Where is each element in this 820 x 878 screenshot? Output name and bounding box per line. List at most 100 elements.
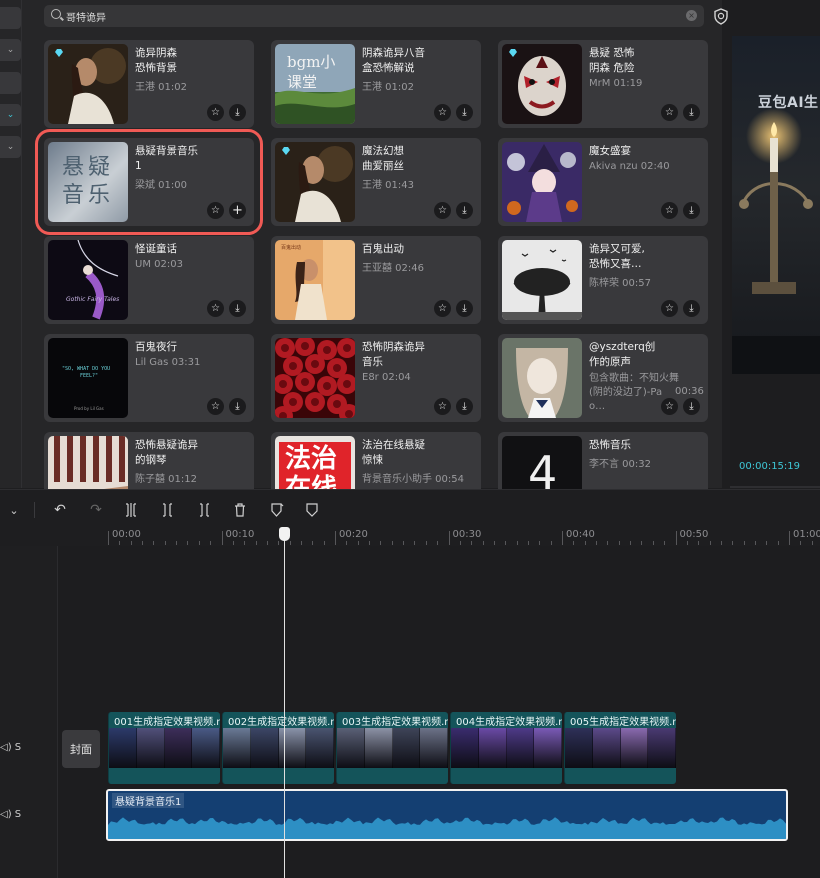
video-frame bbox=[223, 728, 251, 768]
video-clip-label: 002生成指定效果视频.mp4 bbox=[228, 717, 334, 728]
undo-icon[interactable]: ↶ bbox=[50, 500, 70, 520]
trim-right-icon[interactable] bbox=[194, 500, 214, 520]
favorite-star-icon[interactable]: ☆ bbox=[661, 398, 678, 415]
audio-thumbnail bbox=[48, 44, 128, 124]
chevron-down-icon[interactable]: ⌄ bbox=[4, 500, 24, 520]
ruler-tick bbox=[584, 541, 586, 545]
favorite-star-icon[interactable]: ☆ bbox=[207, 104, 224, 121]
audio-clip[interactable]: 悬疑背景音乐1 bbox=[106, 789, 788, 841]
favorite-star-icon[interactable]: ☆ bbox=[434, 398, 451, 415]
rail-button-1[interactable] bbox=[0, 7, 21, 29]
ruler-tick bbox=[618, 541, 620, 545]
audio-card[interactable]: Gothic Fairy Tales 怪诞童话 UM 02:03 ☆ ⤓ bbox=[44, 236, 254, 324]
favorite-star-icon[interactable]: ☆ bbox=[207, 300, 224, 317]
search-input[interactable]: 哥特诡异 bbox=[66, 9, 106, 24]
audio-card[interactable]: "SO, WHAT DO YOU FEEL?" Prod by Lil Gas 百鬼夜… bbox=[44, 334, 254, 422]
audio-card[interactable]: 诡异阴森 恐怖背景 王港 01:02 ☆ ⤓ bbox=[44, 40, 254, 128]
time-ruler[interactable]: 00:00 00:10 00:20 00:30 00:40 00:50 01:00 bbox=[108, 529, 820, 545]
download-icon[interactable]: ⤓ bbox=[229, 398, 246, 415]
favorite-star-icon[interactable]: ☆ bbox=[434, 104, 451, 121]
favorite-star-icon[interactable]: ☆ bbox=[661, 300, 678, 317]
ruler-tick bbox=[369, 541, 371, 545]
download-icon[interactable]: ⤓ bbox=[456, 104, 473, 121]
audio-card[interactable]: 恐怖阴森诡异 音乐 E8r 02:04 ☆ ⤓ bbox=[271, 334, 481, 422]
audio-meta: UM 02:03 bbox=[135, 259, 183, 270]
audio-card[interactable]: 魔法幻想 曲爱丽丝 王港 01:43 ☆ ⤓ bbox=[271, 138, 481, 226]
rail-button-2[interactable] bbox=[0, 72, 21, 94]
video-clip[interactable]: 003生成指定效果视频.mp4 bbox=[336, 712, 448, 784]
video-clip[interactable]: 005生成指定效果视频.mp4 bbox=[564, 712, 676, 784]
audio-meta: 李不言 00:32 bbox=[589, 459, 651, 470]
delete-icon[interactable] bbox=[230, 500, 250, 520]
ruler-tick bbox=[346, 541, 348, 545]
video-clip[interactable]: 004生成指定效果视频.mp4 bbox=[450, 712, 562, 784]
thumb-text: Gothic Fairy Tales bbox=[66, 296, 120, 303]
ruler-tick bbox=[278, 541, 280, 545]
rail-dropdown-1[interactable]: ⌄ bbox=[0, 39, 21, 61]
ruler-tick bbox=[562, 531, 563, 545]
trim-left-icon[interactable] bbox=[158, 500, 178, 520]
split-icon[interactable] bbox=[121, 500, 141, 520]
audio-thumbnail bbox=[502, 142, 582, 222]
copyright-shield-icon[interactable] bbox=[710, 6, 732, 26]
download-icon[interactable]: ⤓ bbox=[456, 300, 473, 317]
ruler-label: 00:30 bbox=[452, 529, 482, 540]
ruler-tick bbox=[414, 541, 416, 545]
audio-card[interactable]: bgm小 课堂 阴森诡异八音 盒恐怖解说 王港 01:02 ☆ ⤓ bbox=[271, 40, 481, 128]
audio-thumbnail bbox=[502, 338, 582, 418]
ruler-tick bbox=[300, 541, 302, 545]
download-icon[interactable]: ⤓ bbox=[456, 202, 473, 219]
audio-title: 怪诞童话 bbox=[135, 243, 177, 255]
audio-card[interactable]: @yszdterq创 作的原声 包含歌曲：不知火舞 (阴的没边了)-Pa o… 00… bbox=[498, 334, 708, 422]
video-frame bbox=[592, 728, 621, 768]
add-to-track-icon[interactable]: + bbox=[229, 202, 246, 219]
marker-icon[interactable] bbox=[302, 500, 322, 520]
clear-search-icon[interactable]: × bbox=[686, 10, 697, 21]
ruler-tick bbox=[596, 541, 598, 545]
ruler-tick bbox=[777, 541, 779, 545]
audio-title: 阴森诡异八音 盒恐怖解说 bbox=[362, 47, 425, 74]
ruler-tick bbox=[391, 541, 393, 545]
favorite-star-icon[interactable]: ☆ bbox=[434, 202, 451, 219]
ruler-tick bbox=[698, 541, 700, 545]
audio-meta: 陈子囍 01:12 bbox=[135, 474, 197, 485]
download-icon[interactable]: ⤓ bbox=[683, 202, 700, 219]
download-icon[interactable]: ⤓ bbox=[683, 398, 700, 415]
video-clip[interactable]: 001生成指定效果视频.mp4 bbox=[108, 712, 220, 784]
redo-icon[interactable]: ↷ bbox=[86, 500, 106, 520]
favorite-star-icon[interactable]: ☆ bbox=[661, 104, 678, 121]
search-bar[interactable]: 哥特诡异 × bbox=[44, 5, 704, 27]
video-clip[interactable]: 002生成指定效果视频.mp4 bbox=[222, 712, 334, 784]
ruler-tick bbox=[312, 541, 314, 545]
audio-track-controls[interactable]: ◁) S bbox=[0, 809, 21, 820]
audio-card[interactable]: 悬疑 恐怖 阴森 危险 MrM 01:19 ☆ ⤓ bbox=[498, 40, 708, 128]
favorite-star-icon[interactable]: ☆ bbox=[434, 300, 451, 317]
ruler-label: 00:50 bbox=[679, 529, 709, 540]
audio-card[interactable]: 百鬼出动 百鬼出动 王亚囍 02:46 ☆ ⤓ bbox=[271, 236, 481, 324]
favorite-star-icon[interactable]: ☆ bbox=[207, 398, 224, 415]
download-icon[interactable]: ⤓ bbox=[683, 300, 700, 317]
cover-button[interactable]: 封面 bbox=[62, 730, 100, 768]
ruler-tick bbox=[652, 541, 654, 545]
ruler-tick bbox=[437, 541, 439, 545]
audio-card[interactable]: 诡异又可爱, 恐怖又喜… 陈梓荣 00:57 ☆ ⤓ bbox=[498, 236, 708, 324]
video-track-controls[interactable]: ◁) S bbox=[0, 742, 21, 753]
mark-in-icon[interactable] bbox=[267, 500, 287, 520]
favorite-star-icon[interactable]: ☆ bbox=[207, 202, 224, 219]
search-icon bbox=[51, 9, 61, 19]
ruler-tick bbox=[266, 541, 268, 545]
favorite-star-icon[interactable]: ☆ bbox=[661, 202, 678, 219]
audio-card[interactable]: 魔女盛宴 Akiva nzu 02:40 ☆ ⤓ bbox=[498, 138, 708, 226]
playhead-handle[interactable] bbox=[279, 527, 290, 541]
audio-thumbnail: bgm小 课堂 bbox=[275, 44, 355, 124]
download-icon[interactable]: ⤓ bbox=[683, 104, 700, 121]
rail-dropdown-3[interactable]: ⌄ bbox=[0, 136, 21, 158]
rail-dropdown-2[interactable]: ⌄ bbox=[0, 104, 21, 126]
download-icon[interactable]: ⤓ bbox=[456, 398, 473, 415]
audio-card[interactable]: 悬疑 音乐 悬疑背景音乐 1 梁斌 01:00 ☆ + bbox=[35, 129, 263, 235]
download-icon[interactable]: ⤓ bbox=[229, 104, 246, 121]
preview-frame[interactable]: 豆包AI生 bbox=[732, 36, 820, 374]
playhead-line[interactable] bbox=[284, 532, 285, 878]
ruler-tick bbox=[380, 541, 382, 545]
download-icon[interactable]: ⤓ bbox=[229, 300, 246, 317]
